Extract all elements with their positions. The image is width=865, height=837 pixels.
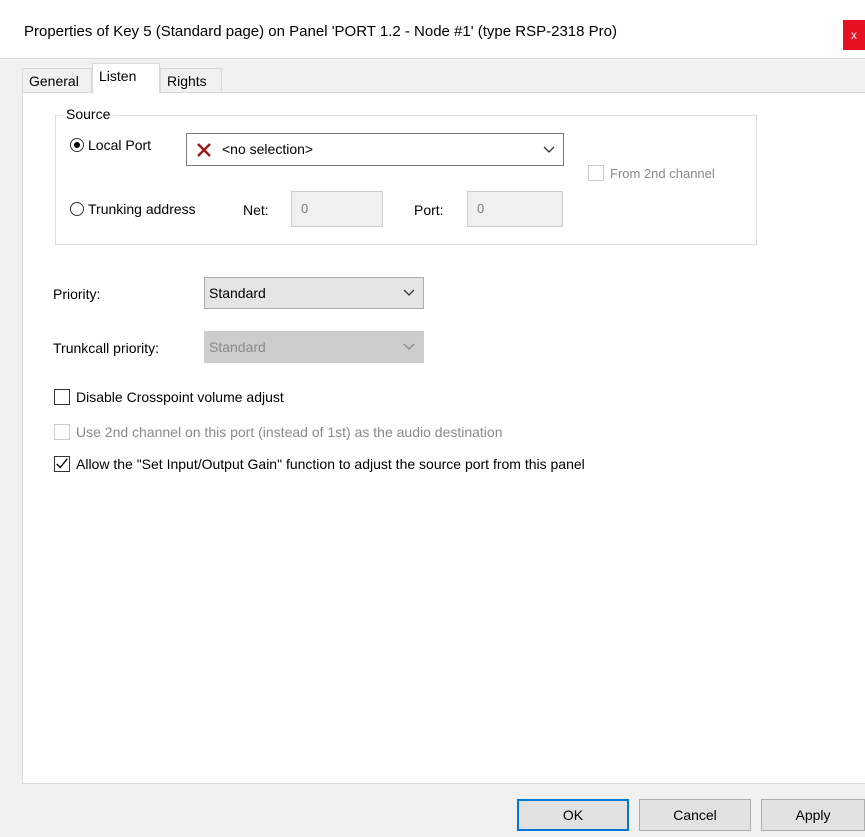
close-icon: x [851, 28, 857, 42]
chevron-down-icon [403, 343, 415, 350]
port-field[interactable]: 0 [467, 191, 563, 227]
allow-gain-label: Allow the "Set Input/Output Gain" functi… [76, 456, 585, 472]
net-label: Net: [243, 202, 269, 218]
disable-crosspoint-checkbox[interactable]: Disable Crosspoint volume adjust [54, 389, 284, 405]
from-2nd-channel-label: From 2nd channel [610, 165, 715, 181]
no-selection-x-icon [197, 143, 211, 157]
priority-select[interactable]: Standard [204, 277, 424, 309]
trunkcall-priority-label: Trunkcall priority: [53, 340, 160, 356]
net-field[interactable]: 0 [291, 191, 383, 227]
local-port-radio[interactable]: Local Port [70, 137, 151, 153]
tab-rights[interactable]: Rights [160, 68, 222, 92]
priority-value: Standard [209, 285, 266, 301]
apply-button[interactable]: Apply [761, 799, 865, 831]
use-2nd-channel-checkbox[interactable]: Use 2nd channel on this port (instead of… [54, 424, 503, 440]
ok-button[interactable]: OK [517, 799, 629, 831]
trunking-address-radio[interactable]: Trunking address [70, 201, 196, 217]
radio-selected-icon [70, 138, 84, 152]
from-2nd-channel-checkbox[interactable]: From 2nd channel [588, 165, 715, 181]
checkbox-icon [588, 165, 604, 181]
trunkcall-priority-select[interactable]: Standard [204, 331, 424, 363]
priority-label: Priority: [53, 286, 101, 302]
cancel-button[interactable]: Cancel [639, 799, 751, 831]
close-button[interactable]: x [843, 20, 865, 50]
local-port-label: Local Port [88, 137, 152, 153]
allow-gain-checkbox[interactable]: Allow the "Set Input/Output Gain" functi… [54, 456, 585, 472]
local-port-select[interactable]: <no selection> [186, 133, 564, 166]
checkbox-checked-icon [54, 456, 70, 472]
chevron-down-icon [403, 289, 415, 296]
checkbox-icon [54, 389, 70, 405]
trunkcall-priority-value: Standard [209, 339, 266, 355]
use-2nd-channel-label: Use 2nd channel on this port (instead of… [76, 424, 503, 440]
window-title: Properties of Key 5 (Standard page) on P… [24, 23, 617, 40]
local-port-value: <no selection> [222, 141, 314, 157]
tab-general[interactable]: General [22, 68, 92, 92]
source-group-label: Source [63, 106, 114, 122]
disable-crosspoint-label: Disable Crosspoint volume adjust [76, 389, 284, 405]
radio-unselected-icon [70, 202, 84, 216]
title-bar: Properties of Key 5 (Standard page) on P… [0, 0, 865, 59]
chevron-down-icon [543, 146, 555, 153]
trunking-address-label: Trunking address [88, 201, 196, 217]
checkbox-icon [54, 424, 70, 440]
tab-listen[interactable]: Listen [92, 63, 160, 93]
port-label: Port: [414, 202, 444, 218]
listen-tab-page: Source Local Port <no selection> From 2n… [22, 92, 865, 784]
checkmark-icon [56, 458, 68, 469]
